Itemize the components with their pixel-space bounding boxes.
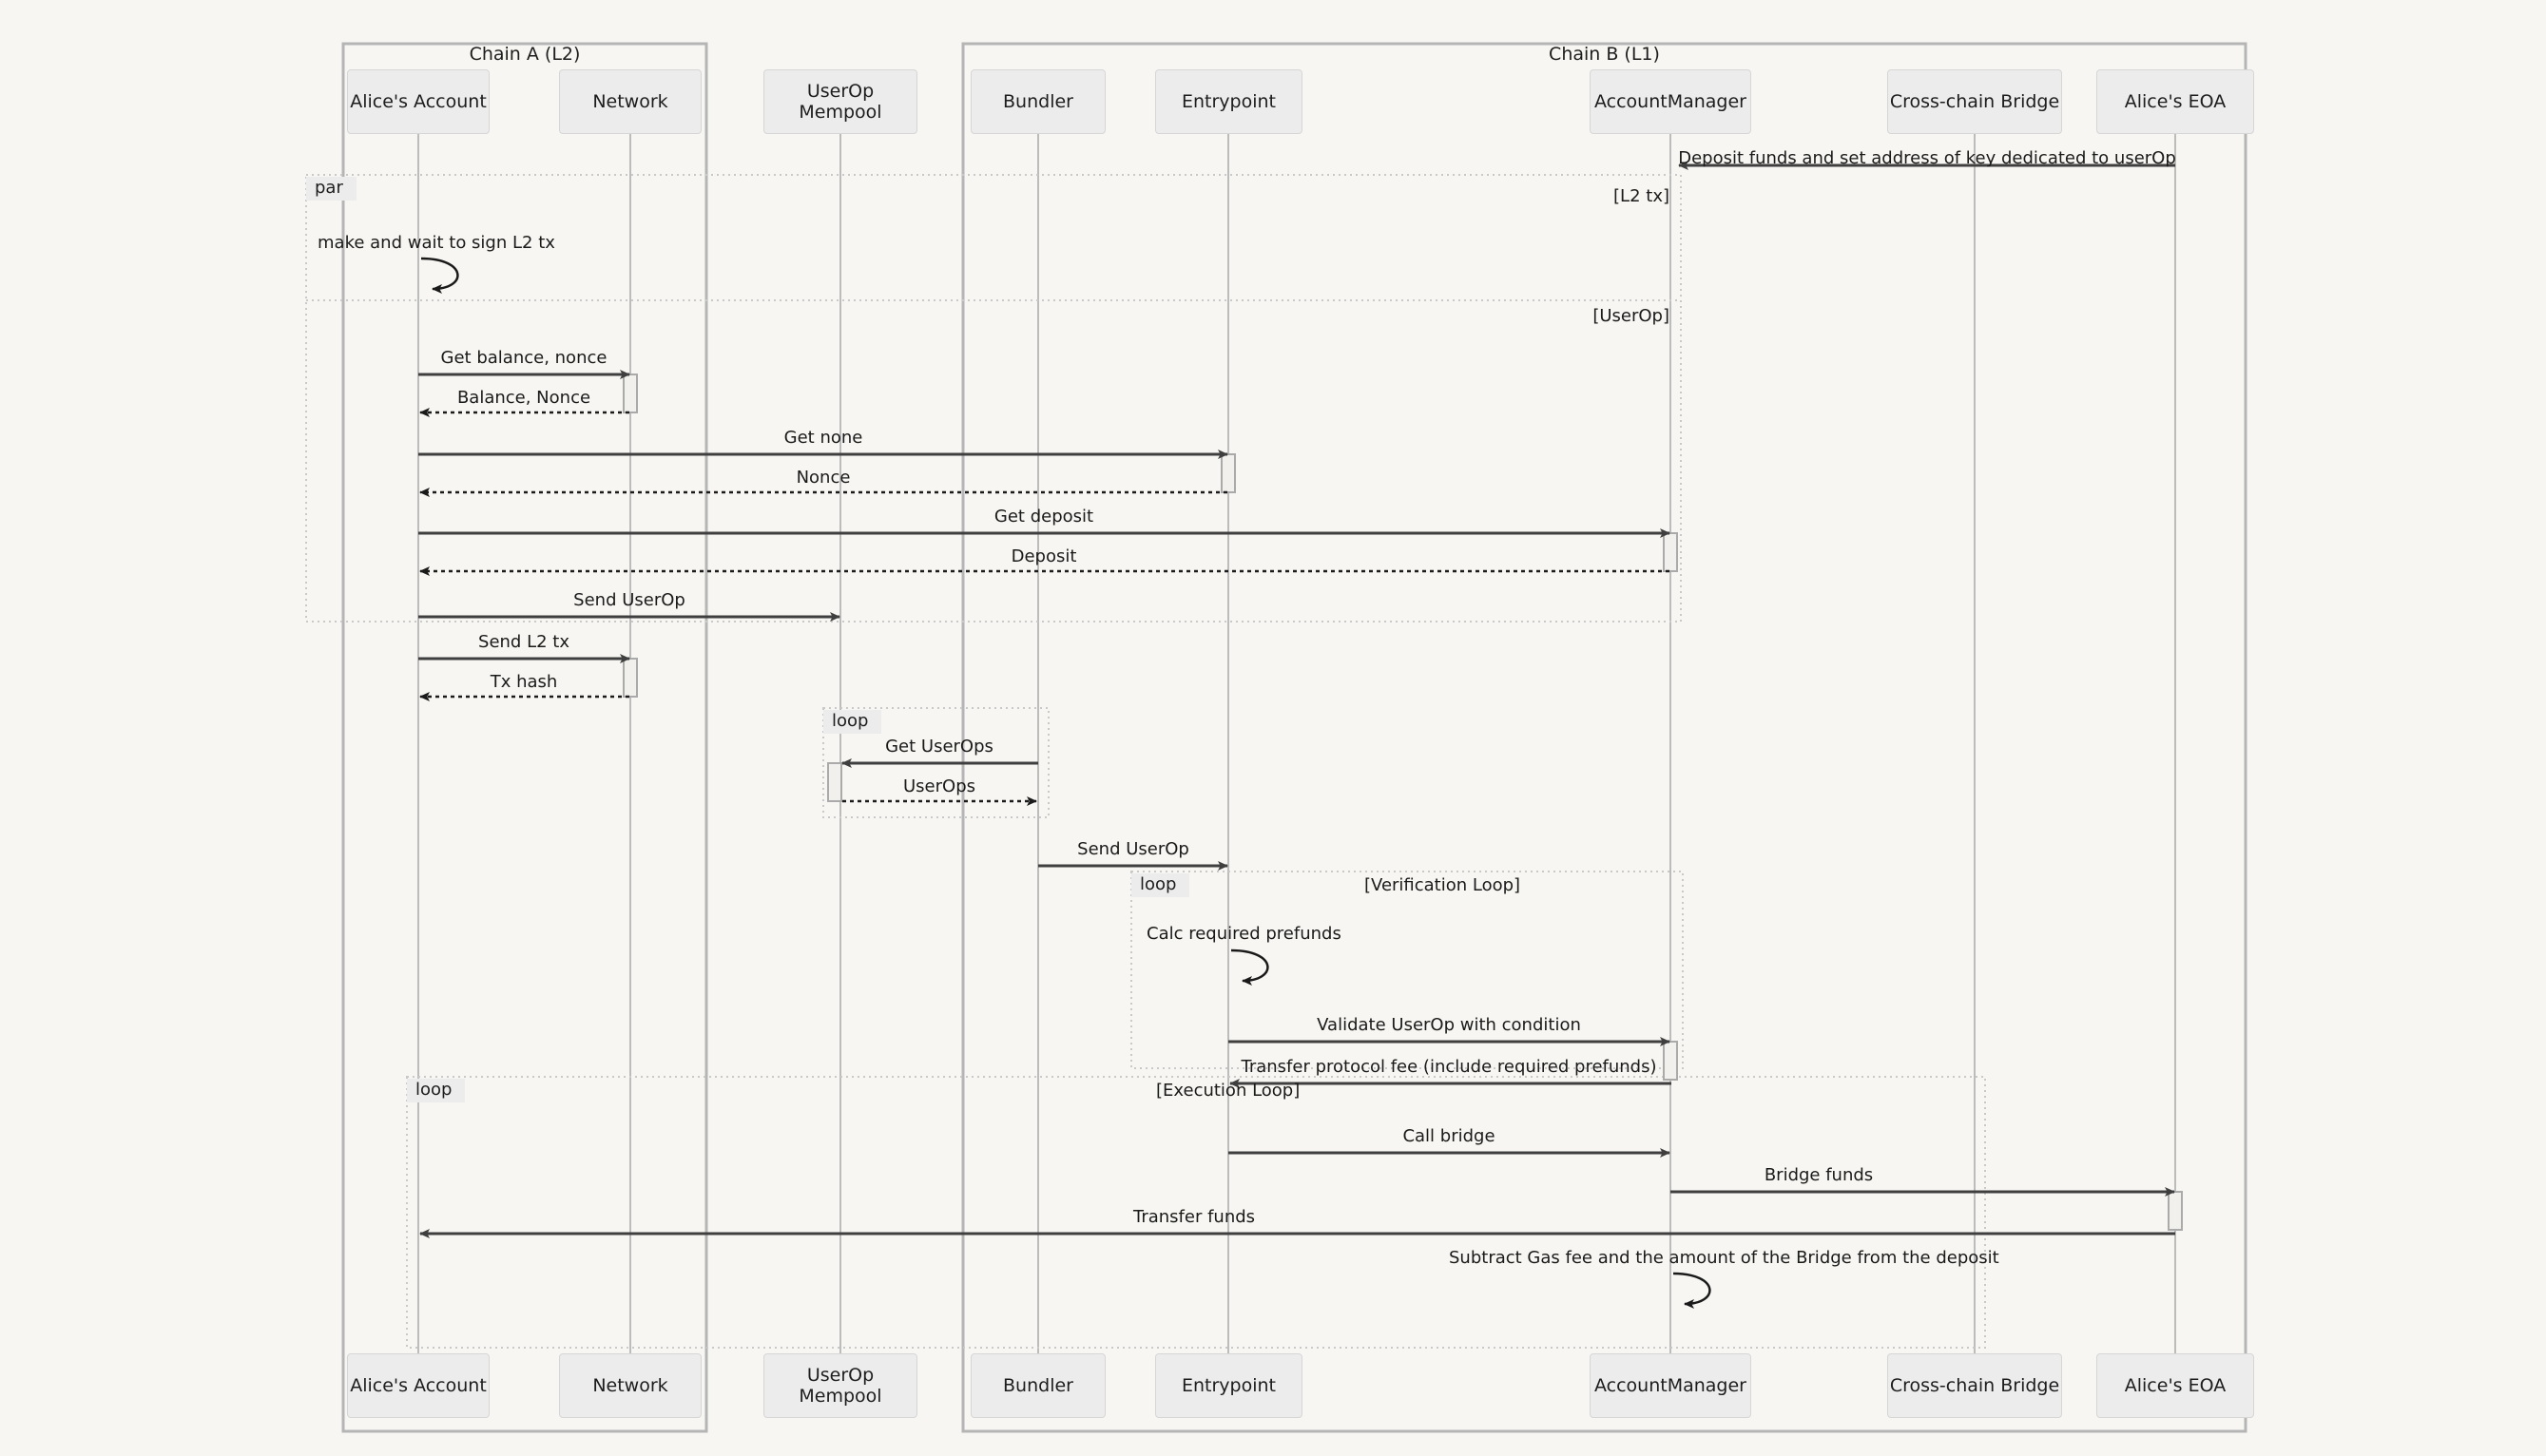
lifelines [417, 133, 2176, 1354]
fragment-condition-execution-loop: [Execution Loop] [1156, 1081, 1301, 1101]
group-label-chain-a: Chain A (L2) [469, 44, 581, 65]
fragment-loop-verification [1130, 871, 1684, 1069]
participant-alice-eoa-bottom[interactable]: Alice's EOA [2096, 1353, 2254, 1418]
fragment-condition-l2tx: [L2 tx] [1613, 186, 1669, 206]
message-label-nonce: Nonce [796, 468, 851, 488]
message-label-get-none: Get none [783, 428, 863, 448]
participant-userop-mempool-bottom[interactable]: UserOp Mempool [763, 1353, 917, 1418]
participant-account-manager-bottom[interactable]: AccountManager [1590, 1353, 1751, 1418]
participant-network-bottom[interactable]: Network [559, 1353, 702, 1418]
message-label-send-l2-tx: Send L2 tx [478, 632, 569, 652]
message-label-transfer-funds: Transfer funds [1132, 1207, 1256, 1227]
participant-cross-chain-bridge-bottom[interactable]: Cross-chain Bridge [1887, 1353, 2062, 1418]
fragment-condition-userop: [UserOp] [1592, 306, 1669, 326]
fragment-tag-loop-1: loop [823, 710, 882, 734]
message-label-send-userop-mempool: Send UserOp [573, 590, 685, 610]
message-label-userops: UserOps [903, 776, 975, 796]
group-label-chain-b: Chain B (L1) [1549, 44, 1660, 65]
participant-userop-mempool-top[interactable]: UserOp Mempool [763, 69, 917, 134]
participant-alice-eoa-top[interactable]: Alice's EOA [2096, 69, 2254, 134]
participant-network-top[interactable]: Network [559, 69, 702, 134]
message-label-validate-userop: Validate UserOp with condition [1317, 1015, 1581, 1035]
fragment-tag-par: par [306, 177, 357, 201]
participant-bundler-bottom[interactable]: Bundler [971, 1353, 1106, 1418]
message-label-deposit-funds: Deposit funds and set address of key ded… [1678, 148, 2176, 168]
message-arrow-calc-required-prefunds [1230, 948, 1269, 986]
message-label-make-and-wait: make and wait to sign L2 tx [318, 233, 555, 253]
message-label-get-balance-nonce: Get balance, nonce [440, 348, 608, 368]
message-label-transfer-protocol-fee: Transfer protocol fee (include required … [1241, 1057, 1657, 1077]
participant-cross-chain-bridge-top[interactable]: Cross-chain Bridge [1887, 69, 2062, 134]
message-label-deposit: Deposit [1011, 546, 1077, 566]
activation-bars [623, 374, 2183, 1231]
fragment-tag-loop-verification: loop [1131, 873, 1190, 897]
message-label-bridge-funds: Bridge funds [1764, 1165, 1874, 1185]
message-arrow-make-and-wait [420, 257, 459, 294]
participant-entrypoint-bottom[interactable]: Entrypoint [1155, 1353, 1302, 1418]
participant-account-manager-top[interactable]: AccountManager [1590, 69, 1751, 134]
participant-alice-account-top[interactable]: Alice's Account [347, 69, 490, 134]
message-label-calc-required-prefunds: Calc required prefunds [1147, 924, 1341, 944]
participant-alice-account-bottom[interactable]: Alice's Account [347, 1353, 490, 1418]
message-label-subtract-gas-fee: Subtract Gas fee and the amount of the B… [1449, 1248, 1999, 1268]
message-label-balance-nonce: Balance, Nonce [456, 388, 591, 408]
message-label-call-bridge: Call bridge [1402, 1126, 1495, 1146]
fragment-tag-loop-execution: loop [407, 1079, 466, 1102]
message-label-get-userops: Get UserOps [885, 737, 993, 757]
diagram-vector-layer [305, 42, 2247, 1433]
participant-bundler-top[interactable]: Bundler [971, 69, 1106, 134]
participant-entrypoint-top[interactable]: Entrypoint [1155, 69, 1302, 134]
message-arrow-subtract-gas-fee [1672, 1272, 1711, 1309]
message-label-send-userop-entrypoint: Send UserOp [1077, 839, 1189, 859]
fragment-condition-verification-loop: [Verification Loop] [1364, 875, 1521, 895]
sequence-diagram-canvas: Chain A (L2) Chain B (L1) Alice's Accoun… [0, 0, 2546, 1456]
message-label-tx-hash: Tx hash [490, 672, 558, 692]
message-label-get-deposit: Get deposit [993, 507, 1094, 527]
